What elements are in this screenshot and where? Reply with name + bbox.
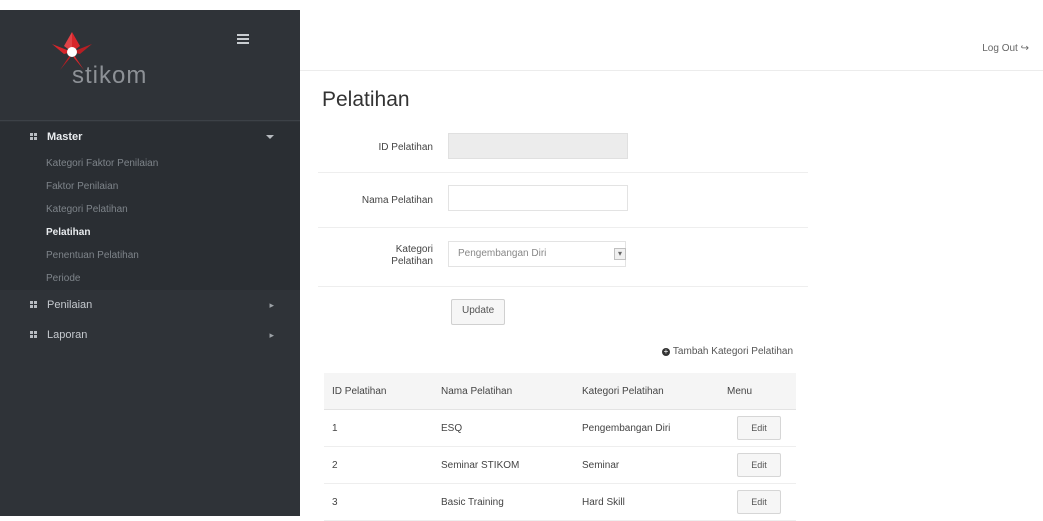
chevron-right-icon: ▸ xyxy=(269,329,274,340)
logo-text: stikom xyxy=(72,62,148,89)
sidebar-item-faktor-penilaian[interactable]: Faktor Penilaian xyxy=(0,175,300,198)
page-title: Pelatihan xyxy=(322,88,410,111)
update-button[interactable]: Update xyxy=(451,299,506,325)
grid-icon xyxy=(30,331,38,339)
pelatihan-table: ID Pelatihan Nama Pelatihan Kategori Pel… xyxy=(324,373,796,521)
chevron-down-icon xyxy=(266,135,274,139)
form-row-name: Nama Pelatihan xyxy=(318,173,808,228)
cell-name: Basic Training xyxy=(433,483,574,521)
table-row: 3 Basic Training Hard Skill Edit xyxy=(324,483,796,521)
cell-category: Pengembangan Diri xyxy=(574,409,719,447)
pelatihan-form: ID Pelatihan Nama Pelatihan Kategori Pel… xyxy=(318,124,808,335)
cell-menu: Edit xyxy=(719,483,796,521)
column-header-name: Nama Pelatihan xyxy=(433,373,574,410)
nama-pelatihan-label: Nama Pelatihan xyxy=(361,195,433,206)
hamburger-icon[interactable] xyxy=(237,34,249,44)
table-row: 2 Seminar STIKOM Seminar Edit xyxy=(324,446,796,484)
id-pelatihan-input[interactable] xyxy=(448,133,628,159)
chevron-right-icon: ▸ xyxy=(269,299,274,310)
sidebar-group-label: Penilaian xyxy=(47,299,93,311)
add-kategori-label: Tambah Kategori Pelatihan xyxy=(672,346,793,357)
sidebar-item-kategori-pelatihan[interactable]: Kategori Pelatihan xyxy=(0,198,300,221)
kategori-selected-value: Pengembangan Diri xyxy=(458,248,547,259)
kategori-pelatihan-select[interactable]: Pengembangan Diri ▾ xyxy=(448,241,626,267)
form-row-actions: Update xyxy=(318,287,808,335)
id-pelatihan-label: ID Pelatihan xyxy=(378,142,433,153)
sidebar-group-penilaian[interactable]: Penilaian ▸ xyxy=(0,290,300,320)
plus-circle-icon: + xyxy=(661,347,670,356)
sidebar-group-label: Laporan xyxy=(47,329,88,341)
sidebar-group-laporan[interactable]: Laporan ▸ xyxy=(0,320,300,350)
cell-menu: Edit xyxy=(719,409,796,447)
logout-link[interactable]: Log Out ↪ xyxy=(982,43,1029,54)
sidebar-header: stikom xyxy=(0,10,300,118)
edit-button[interactable]: Edit xyxy=(737,490,781,514)
sidebar-item-periode[interactable]: Periode xyxy=(0,267,300,290)
cell-name: Seminar STIKOM xyxy=(433,446,574,484)
cell-menu: Edit xyxy=(719,446,796,484)
topbar: Log Out ↪ xyxy=(300,10,1043,71)
add-kategori-link[interactable]: + Tambah Kategori Pelatihan xyxy=(661,346,793,357)
nama-pelatihan-input[interactable] xyxy=(448,185,628,211)
sidebar-item-pelatihan[interactable]: Pelatihan xyxy=(0,221,300,244)
cell-category: Hard Skill xyxy=(574,483,719,521)
cell-id: 2 xyxy=(324,446,433,484)
sidebar-item-penentuan-pelatihan[interactable]: Penentuan Pelatihan xyxy=(0,244,300,267)
grid-icon xyxy=(30,301,38,309)
cell-id: 3 xyxy=(324,483,433,521)
column-header-category: Kategori Pelatihan xyxy=(574,373,719,410)
table-header-row: ID Pelatihan Nama Pelatihan Kategori Pel… xyxy=(324,373,796,410)
logout-label: Log Out xyxy=(982,43,1018,54)
sidebar-divider xyxy=(0,120,300,121)
kategori-pelatihan-label: Kategori Pelatihan xyxy=(391,244,433,267)
form-row-category: Kategori Pelatihan Pengembangan Diri ▾ xyxy=(318,228,808,287)
sidebar-item-kategori-faktor-penilaian[interactable]: Kategori Faktor Penilaian xyxy=(0,152,300,175)
edit-button[interactable]: Edit xyxy=(737,416,781,440)
logout-icon: ↪ xyxy=(1020,43,1029,54)
cell-category: Seminar xyxy=(574,446,719,484)
sidebar-menu: Master Kategori Faktor Penilaian Faktor … xyxy=(0,122,300,350)
edit-button[interactable]: Edit xyxy=(737,453,781,477)
cell-name: ESQ xyxy=(433,409,574,447)
grid-icon xyxy=(30,133,38,141)
cell-id: 1 xyxy=(324,409,433,447)
dropdown-arrow-icon[interactable]: ▾ xyxy=(614,248,626,260)
column-header-menu: Menu xyxy=(719,373,796,410)
form-row-id: ID Pelatihan xyxy=(318,124,808,173)
master-submenu: Kategori Faktor Penilaian Faktor Penilai… xyxy=(0,152,300,290)
column-header-id: ID Pelatihan xyxy=(324,373,433,410)
sidebar-group-label: Master xyxy=(47,131,83,143)
table-row: 1 ESQ Pengembangan Diri Edit xyxy=(324,409,796,447)
sidebar-group-master[interactable]: Master xyxy=(0,122,300,152)
